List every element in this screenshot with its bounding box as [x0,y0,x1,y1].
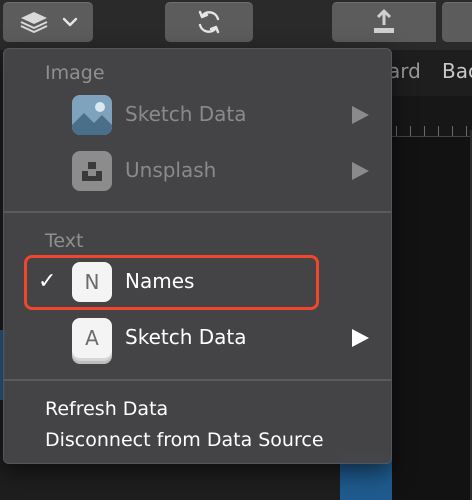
section-label-image: Image [45,62,105,84]
layers-icon [20,12,48,33]
landscape-photo-icon [72,95,112,135]
section-label-text: Text [45,230,84,252]
letter-a-icon: A [72,318,112,358]
menu-item-unsplash[interactable]: Unsplash [4,146,391,198]
data-dropdown-menu: Image Sketch Data Unsplash Text ✓ N Name [3,48,392,464]
background-label: Bac [442,59,472,83]
menu-item-label: Sketch Data [125,102,247,126]
canvas-area [388,137,472,500]
toolbar-extra-button[interactable] [442,2,472,42]
menu-item-image-sketch-data[interactable]: Sketch Data [4,90,391,142]
chevron-down-icon [62,17,78,27]
data-layers-dropdown-button[interactable] [3,2,93,42]
menu-divider [4,211,391,213]
menu-item-label: Unsplash [125,158,217,182]
submenu-arrow-icon [352,106,369,124]
app-toolbar [0,0,472,50]
upload-icon [374,9,394,33]
menu-item-text-sketch-data[interactable]: A Sketch Data [4,313,391,365]
background-labels: ard Bac [380,56,472,86]
refresh-button[interactable] [165,2,253,42]
menu-item-label: Sketch Data [125,325,247,349]
canvas-ruler [388,96,472,137]
export-button[interactable] [332,2,436,42]
menu-divider [4,379,391,381]
background-label: ard [388,59,421,83]
unsplash-logo-icon [72,151,112,191]
refresh-icon [198,10,220,34]
submenu-arrow-icon [352,329,369,347]
submenu-arrow-icon [352,162,369,180]
refresh-data-action[interactable]: Refresh Data [45,398,168,420]
disconnect-data-source-action[interactable]: Disconnect from Data Source [45,429,324,451]
names-highlight-annotation [24,255,319,310]
